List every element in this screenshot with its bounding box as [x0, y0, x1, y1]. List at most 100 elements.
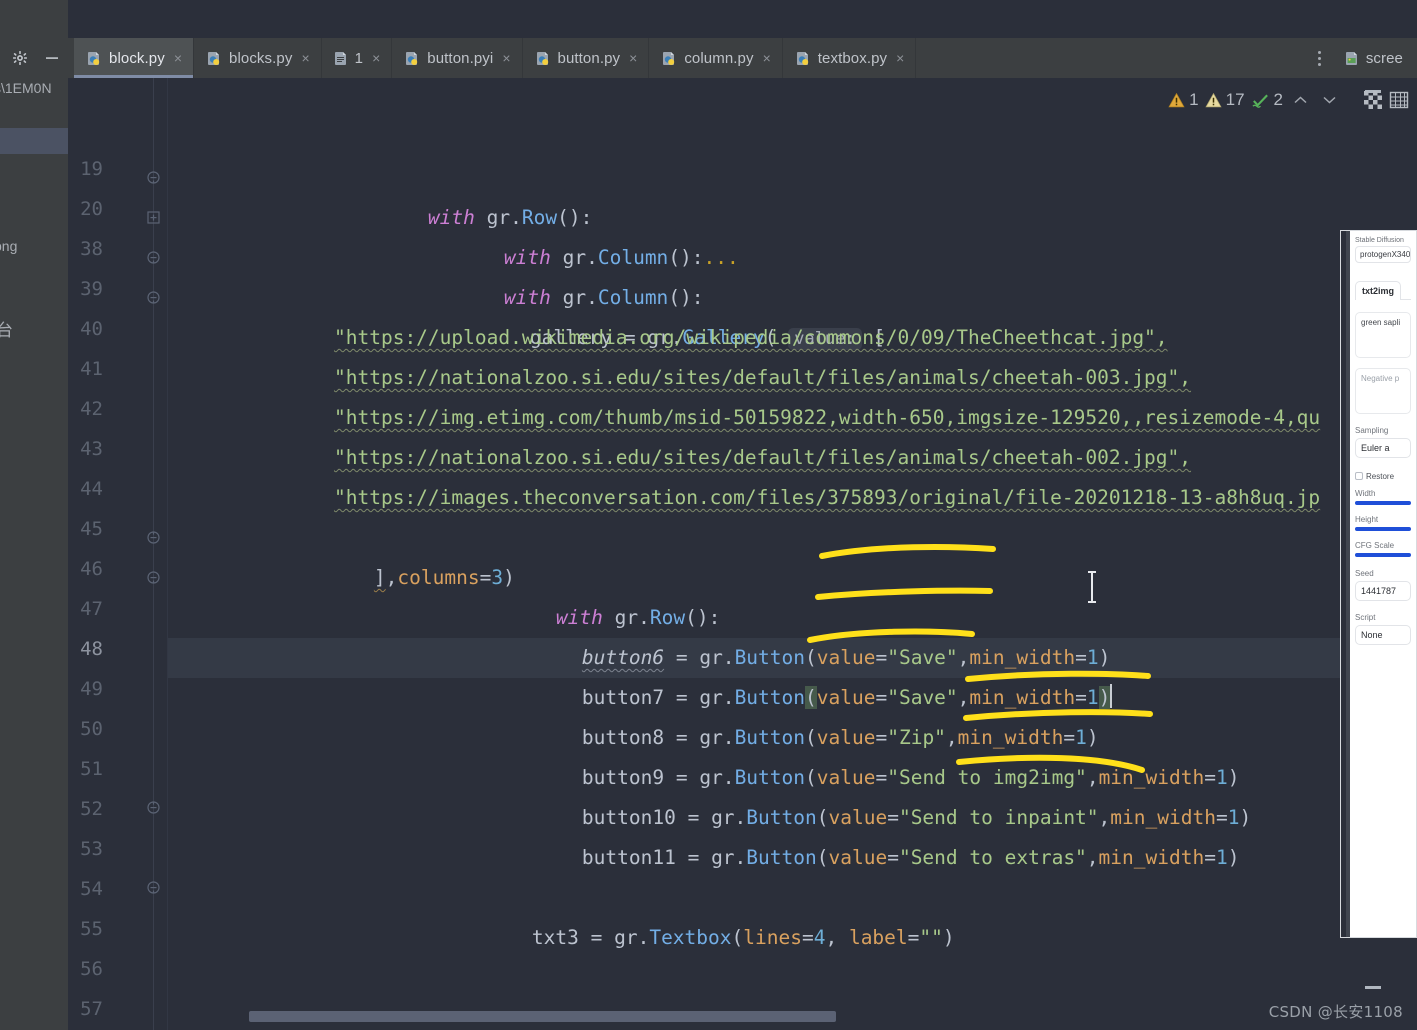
project-selected-row[interactable] — [0, 128, 68, 154]
next-problem-icon[interactable] — [1318, 92, 1341, 109]
typo-count: 2 — [1273, 90, 1283, 109]
fold-collapse-icon[interactable] — [146, 250, 161, 265]
sd-model-selector[interactable]: protogenX340 — [1355, 246, 1411, 263]
project-row-path[interactable]: s\1EM0N — [0, 80, 52, 96]
sd-seed-input[interactable]: 1441787 — [1355, 581, 1411, 601]
line-number: 45 — [80, 518, 103, 540]
fold-collapse-icon[interactable] — [146, 290, 161, 305]
checkbox-icon — [1355, 472, 1363, 480]
close-icon[interactable]: × — [896, 51, 904, 65]
line-number: 38 — [80, 238, 103, 260]
sd-script-select[interactable]: None — [1355, 625, 1411, 645]
code-line-45: ],columns=3) — [373, 566, 515, 589]
sd-sampler-select[interactable]: Euler a — [1355, 438, 1411, 458]
top-strip-dark — [68, 0, 1417, 38]
sd-restore-faces-checkbox[interactable]: Restore — [1355, 472, 1411, 481]
line-number: 54 — [80, 878, 103, 900]
line-number: 39 — [80, 278, 103, 300]
line-number: 42 — [80, 398, 103, 420]
sd-tab-txt2img[interactable]: txt2img — [1355, 281, 1402, 300]
editor-tab-1[interactable]: 1 × — [321, 38, 393, 78]
sd-restore-label: Restore — [1366, 472, 1395, 481]
line-number: 44 — [80, 478, 103, 500]
warning-triangle-icon — [1168, 92, 1185, 107]
tab-label: blocks.py — [229, 49, 293, 67]
code-line-49: button8 = gr.Button(value="Zip",min_widt… — [581, 726, 1099, 749]
close-icon[interactable]: × — [629, 51, 637, 65]
sd-app-title: Stable Diffusion — [1355, 237, 1404, 244]
project-row-cn[interactable]: 台 — [0, 316, 13, 341]
line-number: 50 — [80, 718, 103, 740]
error-indicator[interactable]: 1 — [1168, 90, 1199, 110]
tab-label: textbox.py — [817, 49, 888, 67]
app-window: block.py × blocks.py × 1 × button.pyi × … — [0, 0, 1417, 1030]
tab-label: 1 — [354, 49, 364, 67]
line-number: 20 — [80, 198, 103, 220]
sd-width-label: Width — [1355, 489, 1376, 498]
editor-tab-block-py[interactable]: block.py × — [74, 38, 195, 78]
project-row-png[interactable]: png — [0, 238, 17, 254]
typo-indicator[interactable]: 2 — [1251, 90, 1283, 110]
project-panel-strip[interactable]: s\1EM0N png 台 — [0, 78, 68, 1030]
code-line-44: "https://images.theconversation.com/file… — [334, 486, 1321, 509]
image-file-icon — [1345, 52, 1357, 65]
code-editor[interactable]: 19 20 38 39 40 41 42 43 44 45 46 47 48 4… — [68, 78, 1417, 1030]
fold-collapse-icon[interactable] — [146, 880, 161, 895]
python-file-icon — [208, 52, 220, 65]
line-number: 51 — [80, 758, 103, 780]
code-line-43: "https://nationalzoo.si.edu/sites/defaul… — [334, 446, 1192, 469]
text-cursor-ibeam — [1088, 571, 1096, 603]
editor-gutter[interactable]: 19 20 38 39 40 41 42 43 44 45 46 47 48 4… — [68, 78, 168, 1030]
tab-label: scree — [1365, 49, 1403, 67]
editor-tab-blocks-py[interactable]: blocks.py × — [194, 38, 322, 78]
line-number: 57 — [80, 998, 103, 1020]
sd-prompt-input[interactable]: green sapli — [1355, 312, 1411, 358]
sd-negative-prompt-input[interactable]: Negative p — [1355, 368, 1411, 414]
editor-hscrollbar-thumb[interactable] — [249, 1011, 836, 1022]
line-number-current: 48 — [80, 638, 103, 660]
typo-check-icon — [1251, 94, 1268, 108]
gear-icon[interactable] — [12, 50, 28, 66]
close-icon[interactable]: × — [763, 51, 771, 65]
code-line-54: txt3 = gr.Textbox(lines=4, label="") — [531, 926, 955, 949]
line-number: 47 — [80, 598, 103, 620]
tab-bar-right: scree — [1306, 38, 1417, 78]
sd-window-scrollbar[interactable] — [1346, 231, 1350, 937]
code-text-area[interactable]: with gr.Row(): with gr.Column():... with… — [168, 78, 1417, 1030]
code-line-50: button9 = gr.Button(value="Send to img2i… — [581, 766, 1240, 789]
close-icon[interactable]: × — [174, 51, 182, 65]
kebab-icon[interactable] — [1307, 38, 1333, 78]
minimize-icon[interactable] — [44, 50, 60, 66]
checkerboard-icon[interactable] — [1363, 90, 1383, 110]
code-line-48: button7 = gr.Button(value="Save",min_wid… — [581, 684, 1113, 709]
warning-indicator[interactable]: 17 — [1205, 90, 1245, 110]
prev-problem-icon[interactable] — [1289, 92, 1312, 109]
line-number: 55 — [80, 918, 103, 940]
close-icon[interactable]: × — [301, 51, 309, 65]
close-icon[interactable]: × — [372, 51, 380, 65]
editor-tab-button-py[interactable]: button.py × — [522, 38, 650, 78]
table-grid-icon[interactable] — [1389, 90, 1409, 110]
line-number: 49 — [80, 678, 103, 700]
window-top-strip — [0, 0, 1417, 38]
line-number: 52 — [80, 798, 103, 820]
fold-collapse-icon[interactable] — [146, 170, 161, 185]
editor-tab-scree[interactable]: scree — [1332, 38, 1417, 78]
line-number: 56 — [80, 958, 103, 980]
close-icon[interactable]: × — [502, 51, 510, 65]
fold-collapse-icon[interactable] — [146, 800, 161, 815]
editor-tab-column-py[interactable]: column.py × — [649, 38, 783, 78]
fold-collapse-icon[interactable] — [146, 530, 161, 545]
fold-expand-icon[interactable] — [146, 210, 161, 225]
editor-tab-textbox-py[interactable]: textbox.py × — [782, 38, 917, 78]
tab-label: column.py — [684, 49, 754, 67]
code-line-39: gallery = gr.Gallery( value: [ — [529, 326, 886, 350]
tab-label: button.pyi — [427, 49, 494, 67]
python-file-icon — [406, 52, 418, 65]
fold-collapse-icon[interactable] — [146, 570, 161, 585]
editor-tab-button-pyi[interactable]: button.pyi × — [392, 38, 523, 78]
error-count: 1 — [1189, 90, 1199, 109]
warning-triangle-icon — [1205, 92, 1222, 107]
stable-diffusion-window[interactable]: Stable Diffusion protogenX340 txt2img gr… — [1340, 230, 1417, 938]
python-file-icon — [88, 52, 100, 65]
